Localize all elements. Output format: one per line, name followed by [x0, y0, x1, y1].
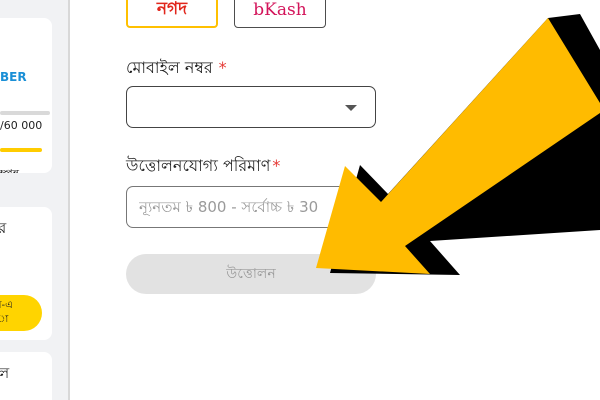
info-card: ল	[0, 352, 52, 400]
arrow-shadow	[330, 14, 600, 275]
member-status: ম্পন্ন	[0, 165, 19, 173]
mobile-number-label-text: মোবাইল নম্বর	[126, 58, 213, 77]
required-mark: *	[272, 156, 281, 175]
mobile-number-select[interactable]	[126, 86, 376, 128]
sidebar: BER /60 000 ম্পন্ন র র-এ া ল	[0, 0, 70, 400]
promo-card: র র-এ া	[0, 207, 52, 340]
promo-card-button[interactable]: র-এ া	[0, 295, 42, 331]
promo-card-button-label: র-এ া	[0, 300, 13, 325]
member-progress-track	[0, 111, 50, 115]
member-progress-bar	[0, 148, 42, 152]
promo-card-title: র	[0, 219, 7, 237]
amount-label: উত্তোলনযোগ্য পরিমাণ *	[126, 153, 280, 180]
arrow-body	[316, 18, 600, 274]
membership-card: BER /60 000 ম্পন্ন	[0, 18, 52, 173]
bkash-button[interactable]: bKash	[234, 0, 326, 28]
sidebar-divider	[68, 0, 70, 400]
info-card-title: ল	[0, 364, 10, 382]
member-tier-label: BER	[0, 70, 27, 84]
nagad-button[interactable]: নগদ	[126, 0, 218, 28]
amount-input[interactable]	[126, 186, 376, 228]
required-mark: *	[218, 58, 227, 77]
member-progress-value: /60 000	[0, 119, 43, 132]
mobile-number-label: মোবাইল নম্বর *	[126, 55, 227, 82]
amount-label-text: উত্তোলনযোগ্য পরিমাণ	[126, 156, 271, 175]
withdraw-button[interactable]: উত্তোলন	[126, 254, 376, 294]
chevron-down-icon	[345, 105, 357, 111]
